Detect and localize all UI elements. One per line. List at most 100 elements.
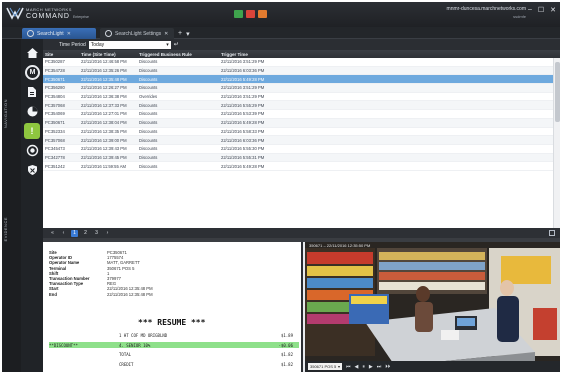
shield-icon[interactable] bbox=[24, 162, 40, 178]
receipt-line-mid: 4. SENIOR 10% bbox=[119, 342, 151, 348]
brand-line2: COMMAND Enterprise bbox=[26, 13, 89, 20]
prev-page-button[interactable]: ‹ bbox=[60, 230, 67, 237]
tab-menu-chevron-icon[interactable]: ▾ bbox=[186, 30, 190, 38]
user-name: ssdmfe bbox=[513, 14, 526, 19]
add-tab-icon[interactable]: + bbox=[178, 30, 182, 37]
table-row[interactable]: PC350671 22/11/2016 12:38:04 PM Discounts 2… bbox=[43, 118, 560, 128]
column-header-rule[interactable]: Triggered Business Rule bbox=[137, 52, 219, 57]
table-row[interactable]: PC350671 22/11/2016 12:35:48 PM Discounts 2… bbox=[43, 75, 560, 85]
pie-chart-icon[interactable] bbox=[24, 103, 40, 119]
pagination-bar: « ‹ 1 2 3 › bbox=[43, 228, 560, 238]
cell-rule: Discounts bbox=[139, 120, 158, 126]
cell-rule: Discounts bbox=[139, 85, 158, 91]
scroll-thumb[interactable] bbox=[555, 62, 560, 122]
m-icon[interactable]: M bbox=[25, 65, 40, 80]
camera-select[interactable]: 350671 POS 5 ▾ bbox=[308, 363, 342, 370]
tools-icon[interactable] bbox=[258, 10, 267, 18]
page-button-1[interactable]: 1 bbox=[71, 229, 78, 237]
page-button-2[interactable]: 2 bbox=[82, 230, 89, 237]
close-tab-icon[interactable]: ✕ bbox=[67, 31, 71, 37]
target-icon[interactable] bbox=[24, 142, 40, 158]
store-surveillance-image bbox=[305, 242, 560, 372]
cell-site: PC356280 bbox=[45, 85, 65, 91]
cell-site: PC357068 bbox=[45, 137, 65, 143]
cell-site: PC350287 bbox=[45, 59, 65, 65]
minimize-button[interactable]: – bbox=[528, 6, 532, 14]
transaction-receipt: Site PC350671 Operator ID 1775574 Operator N… bbox=[43, 242, 303, 372]
table-row[interactable]: PC350287 22/11/2016 12:46:58 PM Discounts 2… bbox=[43, 58, 560, 67]
pause-icon[interactable]: ⏸ bbox=[362, 364, 365, 370]
cell-rule: Overrides bbox=[139, 94, 158, 100]
tab-searchlight-settings[interactable]: SearchLight Settings ✕ bbox=[100, 28, 174, 39]
table-row[interactable]: PC357068 22/11/2016 12:39:00 PM Discounts 2… bbox=[43, 136, 560, 145]
cell-time: 22/11/2016 12:37:33 PM bbox=[81, 102, 127, 108]
receipt-line-amt: $1.82 bbox=[280, 351, 293, 357]
table-row[interactable]: PC357068 22/11/2016 12:37:33 PM Discounts 2… bbox=[43, 101, 560, 111]
table-row[interactable]: PC351242 22/11/2016 11:59:55 AM Discounts 2… bbox=[43, 162, 560, 171]
column-header-time[interactable]: Time (Site Time) bbox=[79, 52, 137, 57]
video-player[interactable]: 350671 – 22/11/2016 12:35:50 PM 350671 P… bbox=[305, 242, 560, 372]
close-tab-icon[interactable]: ✕ bbox=[164, 31, 168, 37]
receipt-line-amt: $1.89 bbox=[280, 332, 293, 338]
table-row[interactable]: PC354728 22/11/2016 12:35:26 PM Discounts 2… bbox=[43, 66, 560, 76]
table-row[interactable]: PC356280 22/11/2016 12:26:27 PM Discounts 2… bbox=[43, 84, 560, 93]
rewind-icon[interactable]: ◀ bbox=[355, 364, 359, 370]
fast-forward-icon[interactable]: ⏵⏵ bbox=[385, 364, 390, 370]
column-header-trigger-time[interactable]: Trigger Time bbox=[219, 52, 560, 57]
toolbar-icons bbox=[234, 10, 267, 18]
time-period-select[interactable]: Today ▾ bbox=[88, 40, 171, 49]
play-icon[interactable]: ▶ bbox=[369, 364, 373, 370]
page-button-3[interactable]: 3 bbox=[93, 230, 100, 237]
cell-time: 22/11/2016 12:39:43 PM bbox=[81, 146, 127, 152]
maximize-button[interactable]: ☐ bbox=[538, 6, 544, 14]
time-period-label: Time Period bbox=[59, 41, 86, 48]
receipt-line-mid: TOTAL bbox=[119, 351, 132, 357]
receipt-line: CREDIT $1.82 bbox=[49, 361, 299, 367]
cell-trigger-time: 22/11/2016 5:49:28 PM bbox=[221, 163, 265, 169]
receipt-line: 1 HT COF MD ORIGBLND $1.89 bbox=[49, 332, 299, 338]
cell-trigger-time: 22/11/2016 6:03:36 PM bbox=[221, 137, 265, 143]
table-row[interactable]: PC354804 22/11/2016 12:36:38 PM Overrides 2… bbox=[43, 93, 560, 102]
alarm-icon[interactable] bbox=[246, 10, 255, 18]
time-period-value: Today bbox=[90, 41, 105, 48]
receipt-line: TOTAL $1.82 bbox=[49, 351, 299, 357]
table-row[interactable]: PC352334 22/11/2016 12:38:35 PM Discounts 2… bbox=[43, 128, 560, 137]
skip-forward-icon[interactable]: ⏭ bbox=[377, 364, 382, 370]
tab-label: SearchLight Settings bbox=[115, 30, 162, 37]
next-page-button[interactable]: › bbox=[104, 230, 111, 237]
receipt-line-amt: -$0.06 bbox=[278, 342, 293, 348]
cell-time: 22/11/2016 12:35:48 PM bbox=[81, 76, 127, 82]
evidence-label[interactable]: EVIDENCE bbox=[3, 217, 8, 241]
cell-rule: Discounts bbox=[139, 76, 158, 82]
tab-searchlight[interactable]: SearchLight ✕ bbox=[22, 28, 96, 39]
cell-time: 22/11/2016 12:26:27 PM bbox=[81, 85, 127, 91]
first-page-button[interactable]: « bbox=[49, 230, 56, 237]
camera-name: 350671 POS 5 bbox=[310, 364, 337, 369]
table-row[interactable]: PC342778 22/11/2016 12:39:45 PM Discounts 2… bbox=[43, 153, 560, 163]
document-icon[interactable] bbox=[24, 84, 40, 100]
home-icon[interactable] bbox=[24, 45, 40, 61]
resume-banner: *** RESUME *** bbox=[138, 318, 206, 327]
alert-icon[interactable]: ! bbox=[24, 123, 40, 139]
title-bar: MARCH NETWORKS COMMAND Enterprise mnmr-du… bbox=[2, 2, 560, 27]
camera-add-icon[interactable] bbox=[234, 10, 243, 18]
cell-site: PC342778 bbox=[45, 154, 65, 160]
cell-rule: Discounts bbox=[139, 68, 158, 74]
receipt-line-amt: $1.82 bbox=[280, 361, 293, 367]
navigation-label[interactable]: NAVIGATION bbox=[3, 99, 8, 128]
skip-back-icon[interactable]: ⏮ bbox=[346, 364, 351, 370]
table-row[interactable]: PC345473 22/11/2016 12:39:43 PM Discounts 2… bbox=[43, 145, 560, 154]
column-header-site[interactable]: Site bbox=[43, 52, 79, 57]
close-button[interactable]: ✕ bbox=[550, 6, 556, 14]
apply-filter-icon[interactable]: ↵ bbox=[174, 41, 179, 48]
searchlight-icon bbox=[27, 30, 34, 37]
table-scrollbar[interactable] bbox=[553, 58, 560, 228]
cell-time: 22/11/2016 12:39:45 PM bbox=[81, 154, 127, 160]
export-icon[interactable] bbox=[549, 230, 555, 236]
cell-site: PC354728 bbox=[45, 68, 65, 74]
cell-site: PC354804 bbox=[45, 94, 65, 100]
receipt-line-mid: 1 HT COF MD ORIGBLND bbox=[119, 332, 168, 338]
user-info: mnmr-duncesa.marchnetworks.com ssdmfe bbox=[447, 6, 526, 19]
cell-time: 22/11/2016 12:27:01 PM bbox=[81, 111, 127, 117]
table-row[interactable]: PC354069 22/11/2016 12:27:01 PM Discounts 2… bbox=[43, 110, 560, 119]
